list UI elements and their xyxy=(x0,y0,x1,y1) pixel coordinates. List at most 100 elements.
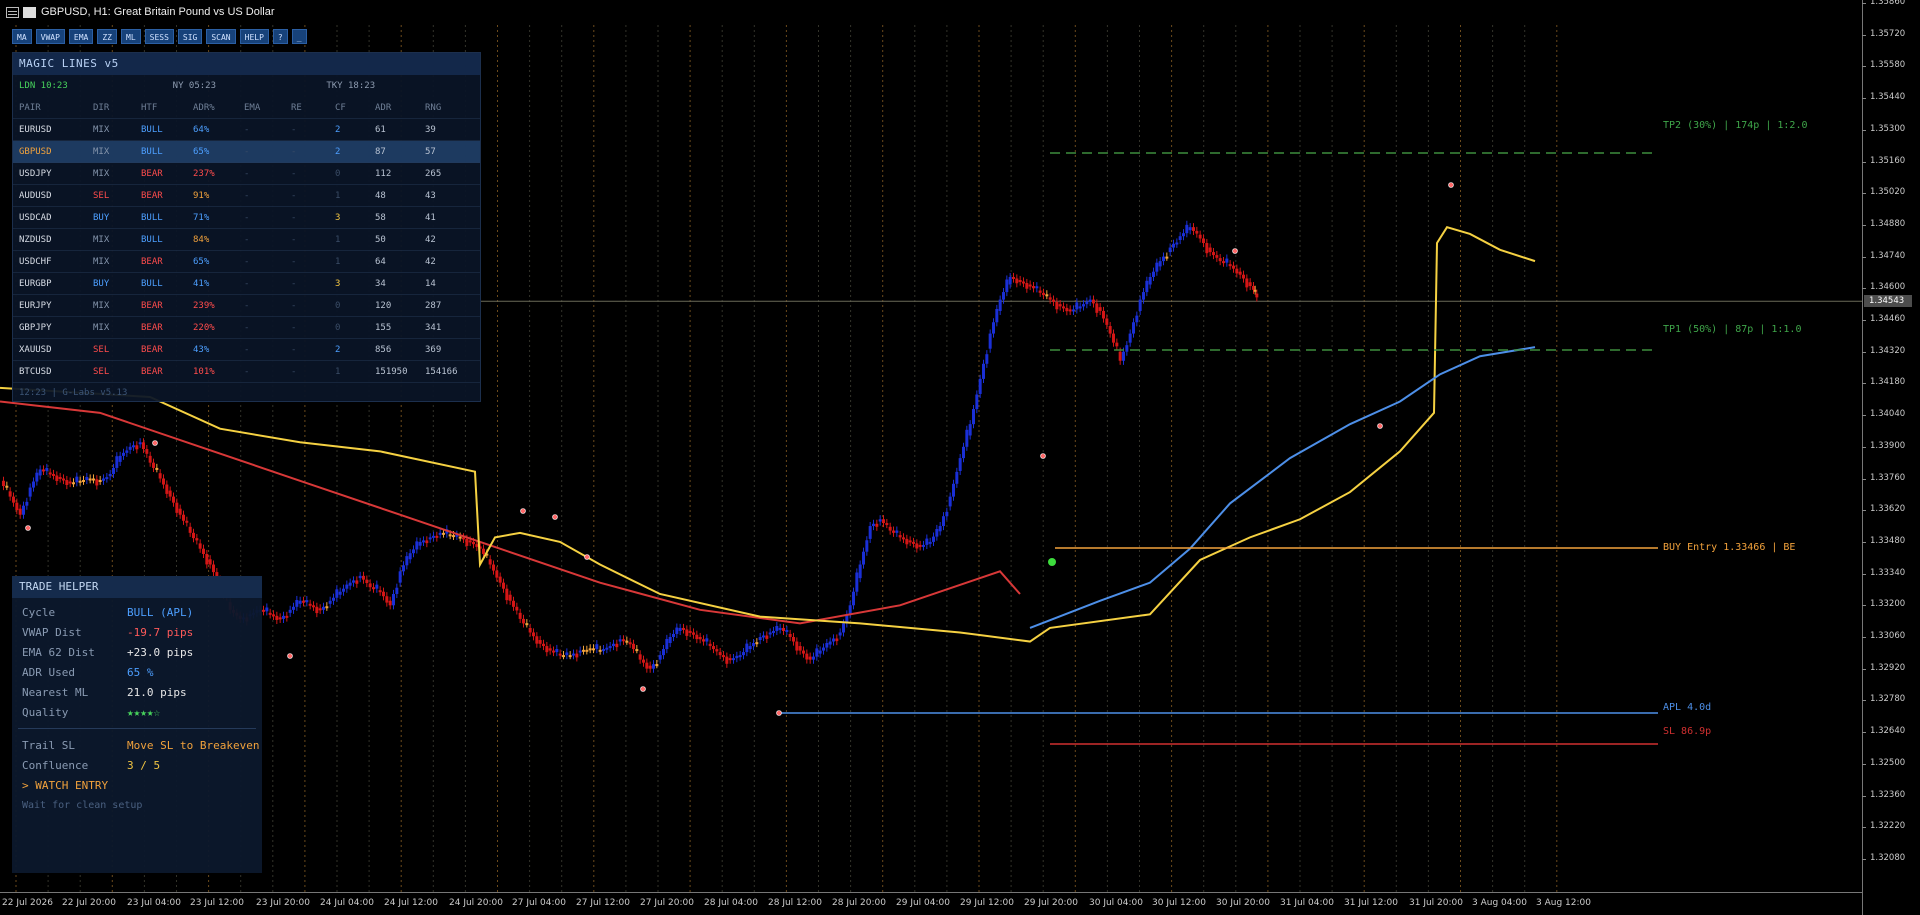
candle-body xyxy=(1055,301,1059,310)
scanner-row-gbpjpy[interactable]: GBPJPY MIX BEAR 220% - - 0 155 341 xyxy=(13,317,480,339)
candle-body xyxy=(738,655,742,658)
cell-re: - xyxy=(291,234,297,245)
candle-body xyxy=(435,535,439,538)
candle-body xyxy=(395,587,399,594)
symbol-icon xyxy=(23,6,36,18)
time-tick: 3 Aug 12:00 xyxy=(1536,898,1591,908)
candle-body xyxy=(625,640,629,643)
candle-body xyxy=(1095,303,1099,313)
candle-body xyxy=(745,643,749,653)
candle-body xyxy=(982,363,985,379)
toolbar-button-sig[interactable]: SIG xyxy=(177,29,203,44)
candle-body xyxy=(752,643,755,647)
price-tick: 1.34040 xyxy=(1861,409,1906,420)
toolbar-button-sess[interactable]: SESS xyxy=(144,29,174,44)
cell-rng: 369 xyxy=(425,344,442,355)
swing-marker xyxy=(152,440,158,446)
candle-body xyxy=(1075,302,1079,310)
candle-body xyxy=(85,477,89,481)
candle-body xyxy=(342,588,345,592)
scanner-row-eurjpy[interactable]: EURJPY MIX BEAR 239% - - 0 120 287 xyxy=(13,295,480,317)
candle-body xyxy=(358,575,362,579)
candle-body xyxy=(575,653,579,658)
menu-icon[interactable] xyxy=(6,6,19,18)
candle-body xyxy=(195,538,199,541)
cell-adrp: 64% xyxy=(193,124,210,135)
candle-body xyxy=(985,354,989,364)
candle-body xyxy=(1025,283,1029,289)
candle-body xyxy=(1112,333,1115,343)
candle-body xyxy=(442,532,445,535)
candle-body xyxy=(1148,276,1152,285)
candle-body xyxy=(1152,271,1155,277)
time-tick: 28 Jul 20:00 xyxy=(832,898,886,908)
scanner-row-xauusd[interactable]: XAUUSD SEL BEAR 43% - - 2 856 369 xyxy=(13,339,480,361)
scanner-row-nzdusd[interactable]: NZDUSD MIX BULL 84% - - 1 50 42 xyxy=(13,229,480,251)
candle-body xyxy=(425,540,429,544)
candle-body xyxy=(175,502,179,513)
column-header: CF xyxy=(335,102,346,113)
candle-body xyxy=(1252,286,1255,290)
candle-body xyxy=(542,643,545,647)
time-tick: 3 Aug 04:00 xyxy=(1472,898,1527,908)
scanner-row-gbpusd[interactable]: GBPUSD MIX BULL 65% - - 2 87 57 xyxy=(13,141,480,163)
trade-helper-actions: Trail SL Move SL to Breakeven Confluence 3 … xyxy=(12,735,262,775)
toolbar-button-ema[interactable]: EMA xyxy=(68,29,94,44)
candle-body xyxy=(348,582,352,586)
candle-body xyxy=(178,508,182,515)
time-tick: 24 Jul 20:00 xyxy=(449,898,503,908)
scanner-row-btcusd[interactable]: BTCUSD SEL BEAR 101% - - 1 151950 154166 xyxy=(13,361,480,383)
candle-body xyxy=(1108,326,1112,334)
cell-rng: 14 xyxy=(425,278,436,289)
candle-body xyxy=(275,615,279,620)
cell-adrp: 101% xyxy=(193,366,215,377)
candle-body xyxy=(468,540,472,543)
candle-body xyxy=(1062,306,1065,309)
scanner-row-audusd[interactable]: AUDUSD SEL BEAR 91% - - 1 48 43 xyxy=(13,185,480,207)
stat-label: Trail SL xyxy=(22,738,75,752)
candle-body xyxy=(1192,227,1195,231)
price-tick: 1.32360 xyxy=(1861,789,1906,800)
toolbar-button-minimize[interactable]: _ xyxy=(291,29,307,44)
time-axis[interactable]: 22 Jul 2026 22 Jul 20:00 23 Jul 04:00 23 Ju… xyxy=(0,892,1862,915)
candle-body xyxy=(1185,224,1189,234)
toolbar-button-scan[interactable]: SCAN xyxy=(206,29,236,44)
column-header: EMA xyxy=(244,102,261,113)
scanner-row-eurgbp[interactable]: EURGBP BUY BULL 41% - - 3 34 14 xyxy=(13,273,480,295)
toolbar-button-zz[interactable]: ZZ xyxy=(97,29,117,44)
candle-body xyxy=(925,538,929,545)
toolbar-button-help[interactable]: HELP xyxy=(239,29,269,44)
candle-body xyxy=(115,456,119,468)
candle-body xyxy=(805,653,809,660)
scanner-row-usdjpy[interactable]: USDJPY MIX BEAR 237% - - 0 112 265 xyxy=(13,163,480,185)
cell-ema: - xyxy=(244,124,250,135)
time-tick: 31 Jul 20:00 xyxy=(1409,898,1463,908)
price-axis[interactable]: 1.35860 1.35720 1.35580 1.35440 1.35300 1.351… xyxy=(1861,0,1920,915)
candle-body xyxy=(25,501,29,506)
price-tick: 1.35020 xyxy=(1861,187,1906,198)
candle-body xyxy=(622,639,625,642)
price-tick: 1.33900 xyxy=(1861,440,1906,451)
column-header: PAIR xyxy=(19,102,41,113)
time-tick: 24 Jul 04:00 xyxy=(320,898,374,908)
scanner-row-usdchf[interactable]: USDCHF MIX BEAR 65% - - 1 64 42 xyxy=(13,251,480,273)
candle-body xyxy=(612,643,615,647)
candle-body xyxy=(788,633,792,637)
current-price-label: 1.34543 xyxy=(1864,295,1912,308)
candle-body xyxy=(838,632,842,636)
candle-body xyxy=(52,473,55,476)
time-tick: 28 Jul 12:00 xyxy=(768,898,822,908)
toolbar-button-ml[interactable]: ML xyxy=(121,29,141,44)
toolbar-button-vwap[interactable]: VWAP xyxy=(35,29,65,44)
candle-body xyxy=(728,658,732,661)
cell-rng: 42 xyxy=(425,234,436,245)
candle-body xyxy=(28,487,32,497)
toolbar-button-help-q[interactable]: ? xyxy=(272,29,288,44)
toolbar-button-ma[interactable]: MA xyxy=(12,29,32,44)
cell-cf: 3 xyxy=(335,212,341,223)
scanner-row-eurusd[interactable]: EURUSD MIX BULL 64% - - 2 61 39 xyxy=(13,119,480,141)
cell-adr: 48 xyxy=(375,190,386,201)
cell-pair: XAUUSD xyxy=(19,344,52,355)
chart-title-bar: GBPUSD, H1: Great Britain Pound vs US Do… xyxy=(0,0,1862,24)
scanner-row-usdcad[interactable]: USDCAD BUY BULL 71% - - 3 58 41 xyxy=(13,207,480,229)
